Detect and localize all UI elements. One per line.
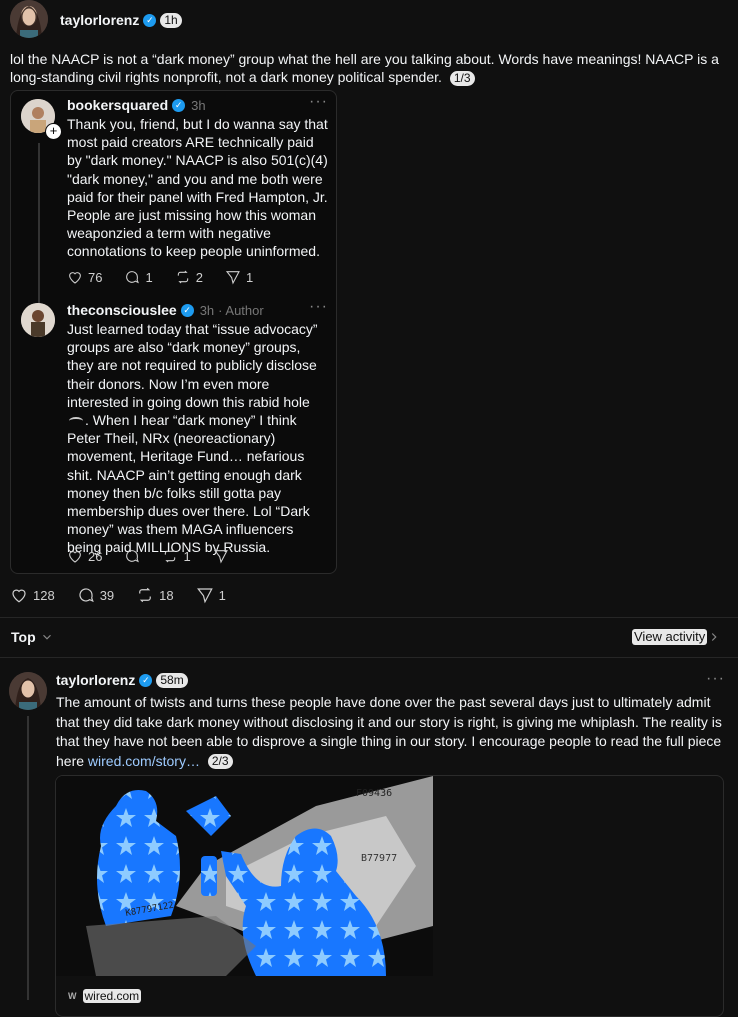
avatar-theconsciouslee[interactable]	[21, 303, 55, 337]
avatar-taylorlorenz[interactable]	[10, 0, 48, 38]
repost-count: 18	[159, 587, 174, 603]
sort-dropdown[interactable]: Top	[11, 629, 54, 645]
reply-button[interactable]: 1	[124, 269, 153, 285]
comment-icon	[126, 550, 140, 563]
share-count: 1	[218, 587, 226, 603]
link-preview-card[interactable]: F09436 B77977 K87797122 W wired.com	[55, 775, 724, 1017]
share-button[interactable]: 1	[225, 269, 253, 285]
reply-text-part2: . When I hear “dark money” I think Peter…	[67, 412, 310, 556]
verified-icon: ✓	[172, 98, 186, 112]
chevron-down-icon	[42, 634, 51, 640]
reply-count: 1	[145, 269, 153, 285]
repost-count: 1	[183, 548, 191, 564]
thread-connector-line	[27, 716, 29, 1000]
comment-icon	[79, 588, 94, 603]
chevron-right-icon	[712, 633, 717, 641]
emoji-icon	[69, 417, 83, 425]
reply-text-part1: Just learned today that “issue advocacy”…	[67, 321, 318, 410]
more-icon[interactable]: ···	[309, 298, 328, 316]
view-activity-link[interactable]: View activity	[632, 629, 721, 645]
thread-index: 2/3	[207, 754, 233, 770]
share-icon	[196, 588, 213, 604]
svg-text:F09436: F09436	[356, 788, 392, 799]
repost-button[interactable]: 1	[162, 548, 191, 564]
heart-icon	[69, 551, 81, 563]
post-text: lol the NAACP is not a “dark money” grou…	[10, 50, 720, 86]
repost-button[interactable]: 18	[136, 586, 174, 604]
reply-text: Thank you, friend, but I do wanna say th…	[67, 116, 328, 260]
link-preview-image: F09436 B77977 K87797122	[56, 776, 433, 976]
like-count: 26	[88, 548, 103, 564]
verified-icon: ✓	[139, 673, 153, 687]
repost-icon	[165, 549, 176, 563]
sort-label: Top	[11, 629, 36, 645]
repost-count: 2	[195, 269, 203, 285]
like-count: 128	[33, 587, 55, 603]
share-button[interactable]	[213, 548, 229, 564]
heart-icon	[12, 589, 26, 603]
view-activity-label: View activity	[632, 629, 708, 645]
avatar-taylorlorenz[interactable]	[9, 672, 47, 710]
follow-plus-icon[interactable]: +	[45, 123, 62, 140]
share-count: 1	[245, 269, 254, 285]
divider	[0, 617, 738, 618]
reply-button[interactable]: 39	[77, 586, 114, 604]
divider	[0, 657, 738, 658]
reply-text: Just learned today that “issue advocacy”…	[67, 320, 329, 557]
reply-time: 3h	[199, 302, 215, 318]
share-button[interactable]: 1	[196, 586, 226, 604]
post-text-content: lol the NAACP is not a “dark money” grou…	[10, 51, 719, 85]
share-icon	[213, 550, 228, 564]
more-icon[interactable]: ···	[309, 93, 328, 111]
post-text: The amount of twists and turns these peo…	[56, 693, 726, 771]
like-button[interactable]: 128	[10, 586, 55, 604]
thread-index: 1/3	[449, 70, 475, 86]
verified-icon: ✓	[143, 13, 157, 27]
post-time: 1h	[160, 12, 182, 28]
reply-username[interactable]: theconsciouslee	[67, 302, 177, 318]
reply-username[interactable]: bookersquared	[67, 97, 168, 113]
repost-icon	[139, 587, 152, 603]
share-icon	[225, 271, 240, 285]
verified-icon: ✓	[180, 303, 194, 317]
link-domain: wired.com	[82, 989, 142, 1003]
post-time: 58m	[156, 672, 188, 688]
like-count: 76	[88, 269, 103, 285]
post-link[interactable]: wired.com/story…	[88, 753, 200, 769]
post-username[interactable]: taylorlorenz	[56, 672, 135, 688]
like-button[interactable]: 76	[67, 269, 102, 285]
post-username[interactable]: taylorlorenz	[60, 12, 139, 28]
svg-text:B77977: B77977	[361, 853, 397, 864]
quoted-thread-card[interactable]: + bookersquared ✓ 3h ··· Thank you, frie…	[10, 90, 337, 574]
author-label: · Author	[218, 302, 264, 318]
repost-icon	[177, 270, 188, 284]
like-button[interactable]: 26	[67, 548, 102, 564]
comment-icon	[126, 271, 140, 284]
reply-count: 39	[99, 587, 115, 603]
reply-button[interactable]	[124, 548, 140, 564]
reply-time: 3h	[191, 97, 206, 113]
repost-button[interactable]: 2	[175, 269, 203, 285]
heart-icon	[69, 272, 81, 284]
more-icon[interactable]: ···	[706, 670, 725, 688]
